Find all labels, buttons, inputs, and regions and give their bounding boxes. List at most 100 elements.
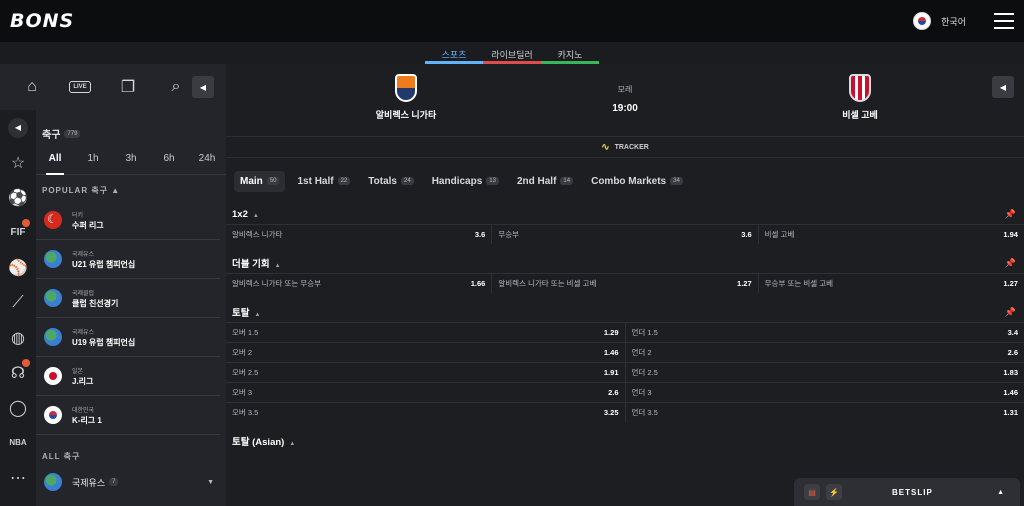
caret-up-icon[interactable]: ▲ xyxy=(253,213,259,219)
all-league-item[interactable]: 국제유스 7 ▼ xyxy=(36,469,226,495)
market-1x2: 1x2 ▲ 📌 알비렉스 니가타 3.6 무승부 3.6 비셀 고베 1.94 xyxy=(226,204,1024,244)
time-filter-3h[interactable]: 3h xyxy=(112,153,150,174)
odds-button[interactable]: 알비렉스 니가타 또는 비셀 고베 1.27 xyxy=(492,274,759,293)
turkey-flag-icon xyxy=(44,211,62,229)
league-item[interactable]: 대한민국 K-리그 1 xyxy=(36,396,220,435)
selection-label: 무승부 또는 비셀 고베 xyxy=(764,279,834,288)
match-time: 모레 19:00 xyxy=(566,84,684,114)
chevron-down-icon[interactable]: ▼ xyxy=(207,479,214,486)
tracker-icon: ∿ xyxy=(601,141,610,153)
league-item[interactable]: 국제클럽 클럽 친선경기 xyxy=(36,279,220,318)
collapse-sidebar-button[interactable]: ◀ xyxy=(192,76,214,98)
odds-button[interactable]: 알비렉스 니가타 3.6 xyxy=(226,225,493,244)
odd-value: 3.6 xyxy=(741,230,752,239)
odds-button[interactable]: 오버 2.5 1.91 xyxy=(226,363,626,382)
caret-up-icon[interactable]: ▲ xyxy=(254,312,260,318)
league-name: 클럽 친선경기 xyxy=(72,298,119,308)
tennis-icon[interactable]: ⚾ xyxy=(0,250,36,285)
odds-button[interactable]: 언더 2.5 1.83 xyxy=(626,363,1024,382)
cricket-bat-icon[interactable]: ⟋ xyxy=(0,285,36,320)
odd-value: 1.29 xyxy=(603,328,619,337)
fifa-esports-icon[interactable]: FIF xyxy=(0,215,36,250)
korea-flag-icon[interactable] xyxy=(913,12,932,30)
market-title[interactable]: 1x2 xyxy=(232,209,248,220)
away-team-crest-icon xyxy=(849,74,871,102)
all-section-header: ALL 축구 xyxy=(42,452,81,461)
back-button[interactable]: ◀ xyxy=(992,76,1014,98)
odds-button[interactable]: 무승부 또는 비셀 고베 1.27 xyxy=(759,274,1024,293)
betslip-history-icon[interactable]: ❐ xyxy=(104,77,152,97)
soccer-ball-icon[interactable]: ⚽ xyxy=(0,180,36,215)
time-filter-6h[interactable]: 6h xyxy=(150,153,188,174)
tab-main[interactable]: Main 50 xyxy=(234,170,286,192)
tab-sports[interactable]: 스포츠 xyxy=(425,42,483,64)
odds-button[interactable]: 오버 3.5 3.25 xyxy=(226,403,626,422)
live-icon[interactable]: LIVE xyxy=(56,81,104,93)
volleyball-icon[interactable]: ◯ xyxy=(0,390,36,425)
menu-icon[interactable] xyxy=(994,13,1014,29)
tab-1st-half[interactable]: 1st Half 22 xyxy=(291,171,356,192)
favorites-star-icon[interactable]: ☆ xyxy=(0,145,36,180)
odd-value: 3.6 xyxy=(474,230,486,239)
rail-back-button[interactable]: ◀ xyxy=(0,110,36,145)
tab-label: Handicaps xyxy=(431,175,483,187)
odd-value: 2.6 xyxy=(1007,348,1018,357)
tracker-toggle[interactable]: ∿ TRACKER xyxy=(226,136,1024,158)
odds-button[interactable]: 언더 3 1.46 xyxy=(626,383,1024,402)
league-item[interactable]: 터키수퍼 리그 xyxy=(36,201,220,240)
tab-handicaps[interactable]: Handicaps 13 xyxy=(426,171,505,192)
tab-live-dealer[interactable]: 라이브딜러 xyxy=(483,42,541,64)
betslip-ticket-icon[interactable]: ▤ xyxy=(804,484,820,500)
odds-button[interactable]: 오버 1.5 1.29 xyxy=(226,323,626,342)
pin-icon[interactable]: 📌 xyxy=(1005,258,1016,269)
odds-button[interactable]: 언더 2 2.6 xyxy=(626,343,1024,362)
tab-casino[interactable]: 카지노 xyxy=(541,42,599,64)
selection-label: 알비렉스 니가타 또는 무승부 xyxy=(232,279,322,288)
tab-count: 22 xyxy=(337,177,351,185)
esports-headset-icon[interactable]: ☊ xyxy=(0,355,36,390)
globe-icon xyxy=(44,250,62,268)
pin-icon[interactable]: 📌 xyxy=(1005,209,1016,220)
tab-totals[interactable]: Totals 24 xyxy=(362,171,419,192)
odds-row: 알비렉스 니가타 3.6 무승부 3.6 비셀 고베 1.94 xyxy=(226,224,1024,244)
odds-button[interactable]: 비셀 고베 1.94 xyxy=(759,225,1024,244)
basketball-icon[interactable]: ◍ xyxy=(0,320,36,355)
odds-button[interactable]: 언더 1.5 3.4 xyxy=(626,323,1024,342)
tracker-label: TRACKER xyxy=(614,143,649,151)
odds-button[interactable]: 무승부 3.6 xyxy=(492,225,759,244)
league-item[interactable]: 국제유스 U21 유럽 챔피언십 xyxy=(36,240,220,279)
language-selector[interactable]: 한국어 xyxy=(941,15,966,28)
quick-bet-lightning-icon[interactable]: ⚡ xyxy=(826,484,842,500)
brand-logo[interactable]: BONS xyxy=(10,10,74,32)
market-title[interactable]: 토탈 (Asian) xyxy=(232,437,284,448)
odds-button[interactable]: 오버 3 2.6 xyxy=(226,383,626,402)
popular-section-header[interactable]: POPULAR 축구 ▲ xyxy=(36,175,226,201)
odds-button[interactable]: 언더 3.5 1.31 xyxy=(626,403,1024,422)
caret-up-icon[interactable]: ▲ xyxy=(275,263,281,269)
time-filter-24h[interactable]: 24h xyxy=(188,153,226,174)
league-country: 터키 xyxy=(72,212,84,219)
selection-label: 언더 2.5 xyxy=(631,368,658,377)
home-icon[interactable]: ⌂ xyxy=(8,78,56,96)
caret-up-icon[interactable]: ▲ xyxy=(289,441,295,447)
time-filter-1h[interactable]: 1h xyxy=(74,153,112,174)
league-name: U19 유럽 챔피언십 xyxy=(72,337,136,347)
market-title[interactable]: 토탈 xyxy=(232,308,249,319)
market-tabs: Main 50 1st Half 22 Totals 24 Handicaps 13 2… xyxy=(226,158,1024,204)
time-filter-all[interactable]: All xyxy=(36,153,74,175)
chevron-up-icon[interactable]: ▲ xyxy=(997,489,1004,496)
league-item[interactable]: 국제유스 U19 유럽 챔피언십 xyxy=(36,318,220,357)
pin-icon[interactable]: 📌 xyxy=(1005,307,1016,318)
more-sports-icon[interactable]: ⋯ xyxy=(0,460,36,495)
tab-2nd-half[interactable]: 2nd Half 14 xyxy=(511,171,579,192)
odds-row: 오버 3.5 3.25 언더 3.5 1.31 xyxy=(226,402,1024,422)
odds-button[interactable]: 오버 2 1.46 xyxy=(226,343,626,362)
betslip-bar[interactable]: ▤ ⚡ BETSLIP ▲ xyxy=(794,478,1020,506)
tab-combo-markets[interactable]: Combo Markets 34 xyxy=(585,171,689,192)
market-title[interactable]: 더블 기회 xyxy=(232,259,270,270)
nba2k-icon[interactable]: NBA xyxy=(0,425,36,460)
odd-value: 1.66 xyxy=(470,279,486,288)
tab-label: 2nd Half xyxy=(516,175,557,187)
odds-button[interactable]: 알비렉스 니가타 또는 무승부 1.66 xyxy=(226,274,493,293)
league-item[interactable]: 일본 J.리그 xyxy=(36,357,220,396)
